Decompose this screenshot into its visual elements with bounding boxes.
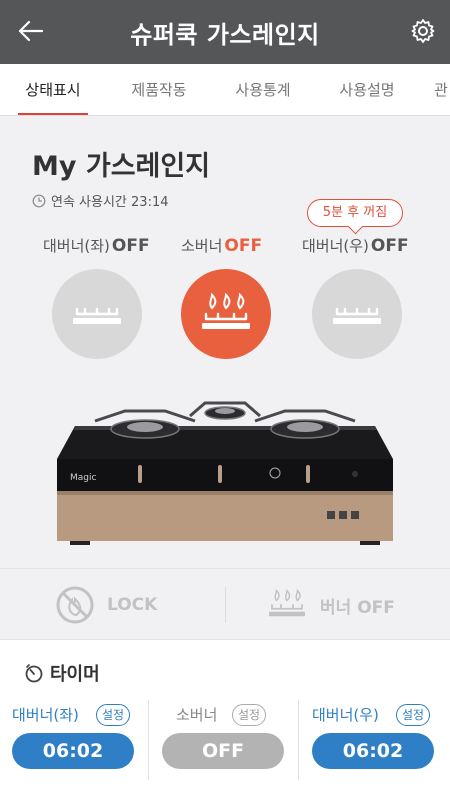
tab-statistics[interactable]: 사용통계	[228, 64, 298, 115]
timer-burner-name: 대버너(우)	[312, 706, 379, 724]
timer-small: 소버너 설정 OFF	[150, 700, 300, 790]
divider	[225, 587, 226, 623]
burner-icon	[333, 307, 381, 324]
usage-time: 연속 사용시간 23:14	[32, 191, 169, 210]
lock-label: LOCK	[107, 595, 158, 615]
timer-set-button[interactable]: 설정	[232, 704, 267, 726]
burner-flame-icon	[202, 292, 250, 329]
brand-logo: Magic	[70, 473, 96, 483]
clock-icon	[32, 194, 46, 207]
timer-title: 타이머	[24, 660, 100, 686]
tab-bar: 상태표시 제품작동 사용통계 사용설명 관	[0, 64, 450, 116]
divider	[298, 700, 299, 780]
timer-icon	[25, 664, 43, 683]
burner-button-small[interactable]	[181, 269, 271, 359]
gear-icon[interactable]	[410, 18, 436, 44]
timer-value-button[interactable]: OFF	[162, 733, 284, 769]
burner-off-button[interactable]: 버너 OFF	[266, 569, 395, 641]
usage-time-text: 연속 사용시간 23:14	[51, 195, 169, 210]
timer-burner-name: 소버너	[176, 706, 218, 724]
burner-state: OFF	[370, 236, 409, 256]
timer-left: 대버너(좌) 설정 06:02	[0, 700, 150, 790]
timer-section: 타이머 대버너(좌) 설정 06:02 소버너 설정 OFF 대버너(우) 설정…	[0, 640, 450, 800]
control-bar: LOCK 버너 OFF	[0, 568, 450, 640]
timer-burner-name: 대버너(좌)	[12, 706, 79, 724]
timer-value-button[interactable]: 06:02	[12, 733, 134, 769]
burner-name: 대버너(우)	[302, 237, 369, 255]
timer-bubble: 5분 후 꺼짐	[307, 199, 403, 227]
tab-manual[interactable]: 사용설명	[332, 64, 402, 115]
no-fire-icon	[56, 586, 94, 624]
timer-value-button[interactable]: 06:02	[312, 733, 434, 769]
gas-range-image: Magic	[57, 401, 393, 545]
timer-set-button[interactable]: 설정	[396, 704, 431, 726]
burner-state: OFF	[111, 236, 150, 256]
burner-label-right: 대버너(우) OFF	[302, 235, 409, 256]
lock-button[interactable]: LOCK	[55, 569, 157, 641]
app-title: 슈퍼쿡 가스레인지	[130, 20, 320, 49]
status-panel: My 가스레인지 연속 사용시간 23:14 5분 후 꺼짐 대버너(좌) OFF…	[0, 116, 450, 568]
burner-off-label: 버너 OFF	[320, 597, 395, 618]
burner-icon	[73, 307, 121, 324]
burner-name: 대버너(좌)	[43, 237, 110, 255]
burner-button-right[interactable]	[312, 269, 402, 359]
burner-button-left[interactable]	[52, 269, 142, 359]
page-title: My 가스레인지	[32, 151, 211, 182]
timer-set-button[interactable]: 설정	[96, 704, 131, 726]
burner-state: OFF	[224, 236, 263, 256]
timer-title-text: 타이머	[50, 664, 100, 685]
burner-flame-icon	[269, 588, 305, 617]
burner-name: 소버너	[181, 237, 223, 255]
tab-operation[interactable]: 제품작동	[124, 64, 194, 115]
app-bar: 슈퍼쿡 가스레인지	[0, 0, 450, 64]
tab-status[interactable]: 상태표시	[18, 64, 88, 115]
back-arrow-icon[interactable]	[14, 14, 48, 48]
tab-more[interactable]: 관	[434, 64, 450, 115]
burner-label-left: 대버너(좌) OFF	[43, 235, 150, 256]
timer-right: 대버너(우) 설정 06:02	[300, 700, 450, 790]
burner-label-small: 소버너 OFF	[181, 235, 262, 256]
divider	[148, 700, 149, 780]
